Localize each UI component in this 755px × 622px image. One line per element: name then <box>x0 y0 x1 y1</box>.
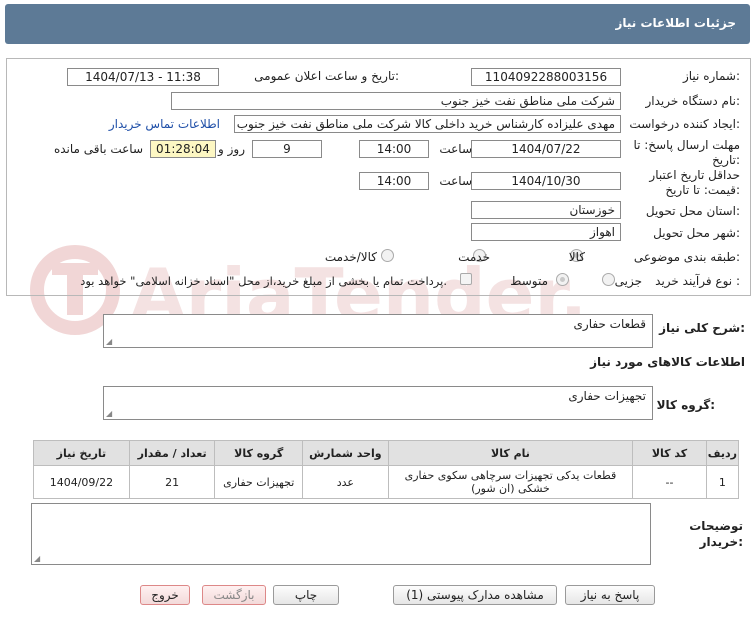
process-minor-label: جزیی <box>614 274 642 288</box>
validity-time-field: 14:00 <box>359 172 429 190</box>
buyer-notes-label-line2: خریدار: <box>699 535 743 549</box>
process-type-label: نوع فرآیند خرید : <box>655 274 740 288</box>
goods-group-label: گروه کالا: <box>656 398 715 412</box>
description-text: قطعات حفاری <box>573 317 646 331</box>
province-label: استان محل تحویل: <box>645 204 740 218</box>
creator-label: ایجاد کننده درخواست: <box>629 117 740 131</box>
deadline-time-label: ساعت <box>439 142 472 156</box>
table-row: 1 -- قطعات یدکی تجهیزات سرچاهی سکوی حفار… <box>33 465 740 499</box>
description-field: قطعات حفاری ◢ <box>103 314 653 348</box>
col-header-name: نام کالا <box>387 440 634 466</box>
need-info-panel: شماره نیاز: 1104092288003156 تاریخ و ساع… <box>6 58 751 296</box>
goods-group-text: تجهیزات حفاری <box>568 389 646 403</box>
remaining-time-label: ساعت باقی مانده <box>53 142 143 156</box>
col-header-qty: تعداد / مقدار <box>128 440 216 466</box>
title-bar: جزئیات اطلاعات نیاز <box>5 4 750 44</box>
category-label: طبقه بندی موضوعی: <box>633 250 740 264</box>
cell-row-no: 1 <box>705 465 740 499</box>
page-title: جزئیات اطلاعات نیاز <box>615 16 736 30</box>
back-button[interactable]: بازگشت <box>202 585 266 605</box>
cell-code: -- <box>632 465 707 499</box>
cell-qty: 21 <box>128 465 216 499</box>
resize-grip-icon: ◢ <box>34 554 41 563</box>
treasury-payment-note: پرداخت تمام یا بخشی از مبلغ خرید،از محل … <box>80 274 447 288</box>
col-header-code: کد کالا <box>632 440 707 466</box>
creator-field: مهدی علیزاده کارشناس خرید داخلی کالا شرک… <box>234 115 621 133</box>
remaining-time-field: 01:28:04 <box>150 140 216 158</box>
view-attachments-button[interactable]: مشاهده مدارک پیوستی (1) <box>393 585 557 605</box>
category-goods-service-label: کالا/خدمت <box>324 250 377 264</box>
days-label: روز و <box>218 142 245 156</box>
category-goods-label: کالا <box>568 250 585 264</box>
buyer-org-field: شرکت ملی مناطق نفت خیز جنوب <box>171 92 621 110</box>
col-header-unit: واحد شمارش <box>302 440 389 466</box>
col-header-date: تاریخ نیاز <box>33 440 130 466</box>
cell-date: 1404/09/22 <box>33 465 130 499</box>
resize-grip-icon: ◢ <box>106 337 113 346</box>
province-field: خوزستان <box>471 201 621 219</box>
process-medium-radio[interactable] <box>556 273 569 286</box>
goods-table: ردیف کد کالا نام کالا واحد شمارش گروه کا… <box>33 440 740 499</box>
col-header-row-no: ردیف <box>705 440 740 466</box>
cell-name: قطعات یدکی تجهیزات سرچاهی سکوی حفاری خشک… <box>387 465 634 499</box>
deadline-label-line2: تاریخ: <box>712 153 740 167</box>
table-header-row: ردیف کد کالا نام کالا واحد شمارش گروه کا… <box>33 440 740 466</box>
validity-label-line1: حداقل تاریخ اعتبار <box>649 168 740 182</box>
announce-datetime-field: 1404/07/13 - 11:38 <box>67 68 219 86</box>
city-field: اهواز <box>471 223 621 241</box>
buyer-org-label: نام دستگاه خریدار: <box>645 94 741 108</box>
validity-time-label: ساعت <box>439 174 472 188</box>
exit-button[interactable]: خروج <box>140 585 190 605</box>
need-number-field: 1104092288003156 <box>471 68 621 86</box>
col-header-group: گروه کالا <box>214 440 304 466</box>
deadline-time-field: 14:00 <box>359 140 429 158</box>
category-service-label: خدمت <box>458 250 490 264</box>
cell-group: تجهیزات حفاری <box>214 465 304 499</box>
validity-label-line2: قیمت: تا تاریخ: <box>665 183 740 197</box>
remaining-days-field: 9 <box>252 140 322 158</box>
deadline-label-line1: مهلت ارسال پاسخ: تا <box>633 138 740 152</box>
category-goods-service-radio[interactable] <box>381 249 394 262</box>
goods-group-field: تجهیزات حفاری ◢ <box>103 386 653 420</box>
deadline-date-field: 1404/07/22 <box>471 140 621 158</box>
process-medium-label: متوسط <box>510 274 548 288</box>
print-button[interactable]: چاپ <box>273 585 339 605</box>
need-number-label: شماره نیاز: <box>682 69 740 83</box>
buyer-notes-field: ◢ <box>31 503 651 565</box>
resize-grip-icon: ◢ <box>106 409 113 418</box>
city-label: شهر محل تحویل: <box>653 226 740 240</box>
cell-unit: عدد <box>302 465 389 499</box>
treasury-payment-checkbox[interactable] <box>460 273 472 285</box>
buyer-contact-link[interactable]: اطلاعات تماس خریدار <box>109 117 220 131</box>
buyer-notes-label-line1: توضیحات <box>689 519 743 533</box>
announce-datetime-label: تاریخ و ساعت اعلان عمومی: <box>254 69 399 83</box>
description-label: شرح کلی نیاز: <box>659 321 745 335</box>
validity-date-field: 1404/10/30 <box>471 172 621 190</box>
process-minor-radio[interactable] <box>602 273 615 286</box>
reply-button[interactable]: پاسخ به نیاز <box>565 585 655 605</box>
goods-info-title: اطلاعات کالاهای مورد نیاز <box>590 355 745 369</box>
